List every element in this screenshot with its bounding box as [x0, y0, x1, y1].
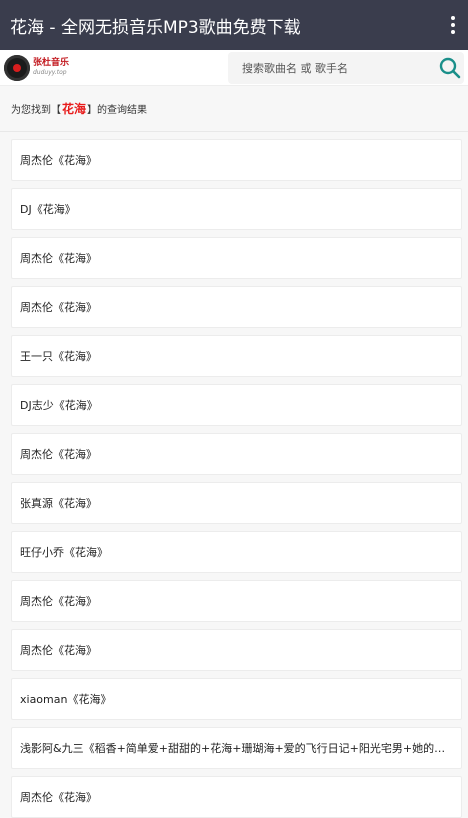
list-item[interactable]: xiaoman《花海》: [11, 678, 462, 720]
vinyl-disc-icon: [4, 54, 30, 81]
list-item[interactable]: 王一只《花海》: [11, 335, 462, 377]
search-keyword: 花海: [62, 102, 87, 116]
list-item[interactable]: DJ志少《花海》: [11, 384, 462, 426]
list-item[interactable]: 旺仔小乔《花海》: [11, 531, 462, 573]
list-item[interactable]: 周杰伦《花海》: [11, 237, 462, 279]
list-item[interactable]: 周杰伦《花海》: [11, 629, 462, 671]
search-placeholder: 搜索歌曲名 或 歌手名: [242, 61, 348, 75]
logo-domain: duduyy.top: [33, 69, 67, 76]
site-logo[interactable]: 张杜音乐 duduyy.top: [4, 54, 70, 81]
search-input[interactable]: 搜索歌曲名 或 歌手名: [228, 51, 464, 84]
page-title: 花海 - 全网无损音乐MP3歌曲免费下载: [10, 17, 301, 38]
list-item[interactable]: DJ《花海》: [11, 188, 462, 230]
more-menu-icon[interactable]: [446, 13, 460, 37]
list-item[interactable]: 周杰伦《花海》: [11, 139, 462, 181]
list-item[interactable]: 周杰伦《花海》: [11, 433, 462, 475]
search-icon[interactable]: [438, 56, 462, 80]
logo-text: 张杜音乐: [33, 58, 70, 68]
song-list: 周杰伦《花海》 DJ《花海》 周杰伦《花海》 周杰伦《花海》 王一只《花海》 D…: [0, 139, 468, 818]
site-header: 张杜音乐 duduyy.top 搜索歌曲名 或 歌手名: [0, 50, 468, 86]
result-summary: 为您找到【 花海 】的查询结果: [0, 86, 468, 132]
app-bar: 花海 - 全网无损音乐MP3歌曲免费下载: [0, 0, 468, 50]
list-item[interactable]: 周杰伦《花海》: [11, 580, 462, 622]
list-item[interactable]: 周杰伦《花海》: [11, 776, 462, 818]
list-item[interactable]: 张真源《花海》: [11, 482, 462, 524]
list-item[interactable]: 浅影阿&九三《稻香+简单爱+甜甜的+花海+珊瑚海+爱的飞行日记+阳光宅男+她的睫…: [11, 727, 462, 769]
list-item[interactable]: 周杰伦《花海》: [11, 286, 462, 328]
